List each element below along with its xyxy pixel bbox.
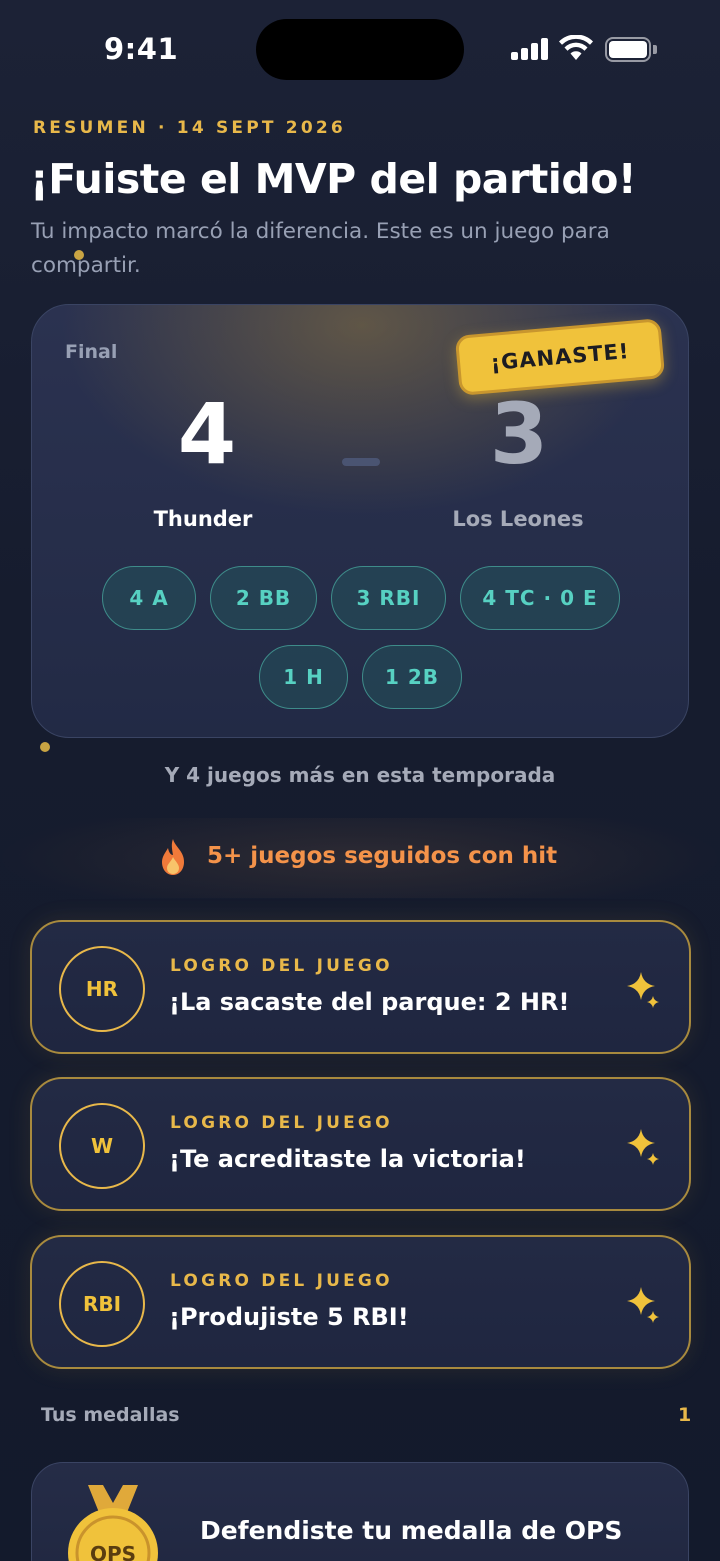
sparkle-icon <box>627 1287 659 1323</box>
medal-card[interactable]: OPS Defendiste tu medalla de OPS <box>31 1462 689 1561</box>
home-score: 4 <box>177 385 237 483</box>
streak-text: 5+ juegos seguidos con hit <box>207 843 558 869</box>
achievement-kicker: LOGRO DEL JUEGO <box>170 1271 393 1291</box>
more-games-link[interactable]: Y 4 juegos más en esta temporada <box>0 763 720 787</box>
sparkle-icon <box>627 1129 659 1165</box>
stat-chip: 4 A <box>102 566 196 630</box>
dynamic-island <box>256 19 464 80</box>
away-team-name: Los Leones <box>452 507 584 531</box>
stat-chip: 2 BB <box>210 566 317 630</box>
home-team-name: Thunder <box>153 507 253 531</box>
achievement-title: ¡Produjiste 5 RBI! <box>169 1303 409 1331</box>
stat-chip: 3 RBI <box>331 566 446 630</box>
confetti-dot <box>40 742 50 752</box>
stat-chip: 4 TC · 0 E <box>460 566 620 630</box>
medals-section-label: Tus medallas <box>41 1404 180 1426</box>
away-score: 3 <box>489 385 549 483</box>
achievement-kicker: LOGRO DEL JUEGO <box>170 956 393 976</box>
stat-chip: 1 H <box>259 645 348 709</box>
confetti-dot <box>74 250 84 260</box>
wifi-icon <box>559 35 593 60</box>
achievement-title: ¡La sacaste del parque: 2 HR! <box>169 988 570 1016</box>
achievement-badge: W <box>59 1103 145 1189</box>
battery-icon <box>605 37 657 62</box>
summary-date: RESUMEN · 14 SEPT 2026 <box>33 118 346 138</box>
achievement-card[interactable]: HR LOGRO DEL JUEGO ¡La sacaste del parqu… <box>30 920 691 1054</box>
flame-icon <box>162 839 184 875</box>
achievement-card[interactable]: W LOGRO DEL JUEGO ¡Te acreditaste la vic… <box>30 1077 691 1211</box>
medal-title: Defendiste tu medalla de OPS <box>200 1516 623 1545</box>
score-card[interactable]: Final ¡GANASTE! 4 3 Thunder Los Leones 4… <box>31 304 689 738</box>
final-label: Final <box>65 341 118 363</box>
achievement-badge: RBI <box>59 1261 145 1347</box>
svg-text:OPS: OPS <box>90 1542 136 1561</box>
score-separator <box>342 458 380 466</box>
status-time: 9:41 <box>104 32 179 66</box>
achievement-badge: HR <box>59 946 145 1032</box>
medals-count: 1 <box>678 1404 692 1426</box>
page-title: ¡Fuiste el MVP del partido! <box>30 155 637 203</box>
medal-icon: OPS <box>68 1485 158 1561</box>
achievement-kicker: LOGRO DEL JUEGO <box>170 1113 393 1133</box>
sparkle-icon <box>627 972 659 1008</box>
achievement-title: ¡Te acreditaste la victoria! <box>169 1145 526 1173</box>
page-subtitle: Tu impacto marcó la diferencia. Este es … <box>31 219 610 278</box>
stat-chip: 1 2B <box>362 645 462 709</box>
status-bar: 9:41 <box>0 0 720 100</box>
achievement-card[interactable]: RBI LOGRO DEL JUEGO ¡Produjiste 5 RBI! <box>30 1235 691 1369</box>
cellular-signal-icon <box>511 38 549 60</box>
